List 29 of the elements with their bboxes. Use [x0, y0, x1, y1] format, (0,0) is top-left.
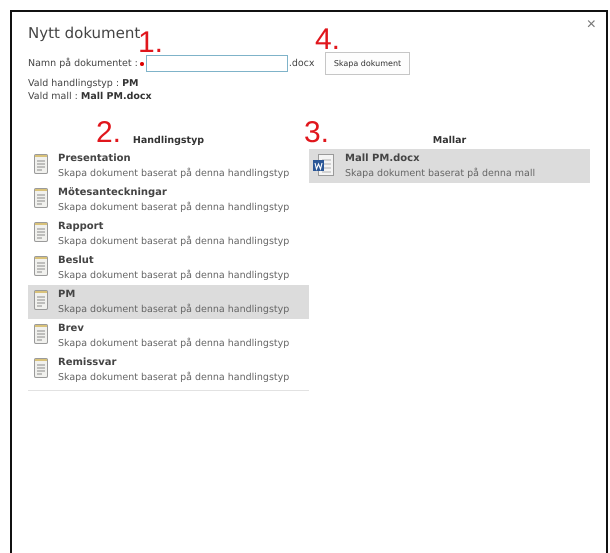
dialog-title: Nytt dokument — [28, 24, 140, 42]
document-icon — [34, 222, 48, 242]
template-item[interactable]: Mall PM.docx Skapa dokument baserat på denna mall — [309, 149, 590, 183]
document-icon — [34, 358, 48, 378]
create-document-button[interactable]: Skapa dokument — [324, 52, 410, 75]
column-heading: Mallar — [432, 135, 468, 146]
selection-info: Vald handlingstyp : PM — [28, 77, 140, 90]
step-number: 2. — [96, 118, 122, 148]
step-number: 3. — [304, 118, 330, 148]
document-icon — [34, 154, 48, 174]
field-label: Namn på dokumentet : — [28, 58, 138, 69]
document-icon — [34, 290, 48, 310]
document-type-item[interactable]: Mötesanteckningar Skapa dokument baserat på denna handlingstyp — [28, 183, 309, 217]
document-type-item[interactable]: Rapport Skapa dokument baserat på denna handlingstyp — [28, 217, 309, 251]
column-heading: Handlingstyp — [132, 135, 206, 146]
extension-label: .docx — [288, 58, 316, 69]
document-type-item[interactable]: PM Skapa dokument baserat på denna handlingstyp — [28, 285, 309, 319]
step-number: 4. — [315, 25, 340, 55]
word-document-icon — [313, 154, 335, 176]
document-icon — [34, 256, 48, 276]
document-type-item[interactable]: Remissvar Skapa dokument baserat på denna handlingstyp — [28, 353, 309, 387]
close-button[interactable]: × — [582, 16, 600, 34]
name-input-field[interactable] — [146, 55, 288, 72]
document-icon — [34, 324, 48, 344]
document-type-item[interactable]: Presentation Skapa dokument baserat på denna handlingstyp — [28, 149, 309, 183]
document-type-item[interactable]: Brev Skapa dokument baserat på denna handlingstyp — [28, 319, 309, 353]
document-icon — [34, 188, 48, 208]
selection-info: Vald mall : Mall PM.docx — [28, 90, 153, 103]
document-type-item[interactable]: Beslut Skapa dokument baserat på denna handlingstyp — [28, 251, 309, 285]
